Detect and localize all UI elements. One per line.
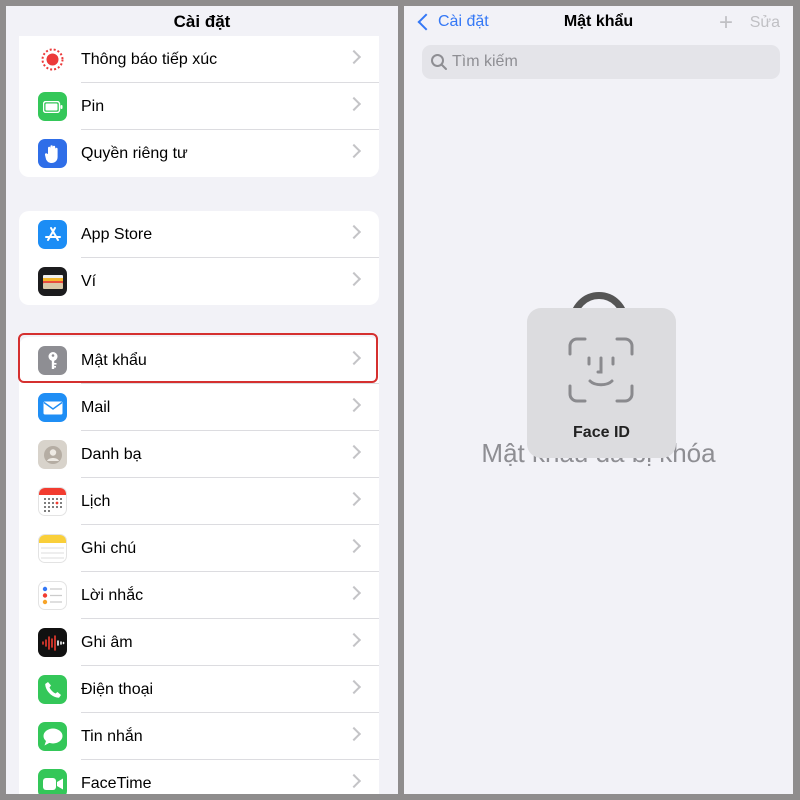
settings-row-phone[interactable]: Điện thoại — [19, 666, 379, 713]
row-label: Quyền riêng tư — [81, 145, 188, 162]
chevron-right-icon — [346, 96, 362, 112]
chevron-right-icon — [346, 143, 362, 159]
chevron-right-icon — [346, 632, 362, 648]
settings-row-exposure-notifications[interactable]: Thông báo tiếp xúc — [19, 36, 379, 83]
search-placeholder: Tìm kiếm — [452, 53, 518, 70]
passwords-nav-bar: Cài đặt Mật khẩu + Sửa — [404, 6, 793, 44]
face-id-icon — [568, 337, 634, 403]
search-field[interactable]: Tìm kiếm — [422, 45, 780, 79]
notes-icon — [38, 534, 67, 563]
settings-row-facetime[interactable]: FaceTime — [19, 760, 379, 794]
messages-icon — [38, 722, 67, 751]
row-label: Tin nhắn — [81, 728, 143, 745]
face-id-label: Face ID — [573, 424, 630, 441]
row-label: Lịch — [81, 493, 111, 510]
wallet-icon — [38, 267, 67, 296]
chevron-right-icon — [346, 491, 362, 507]
face-id-prompt: Face ID — [527, 308, 676, 458]
reminders-icon — [38, 581, 67, 610]
settings-row-notes[interactable]: Ghi chú — [19, 525, 379, 572]
settings-row-messages[interactable]: Tin nhắn — [19, 713, 379, 760]
mail-icon — [38, 393, 67, 422]
edit-button[interactable]: Sửa — [750, 14, 780, 32]
row-label: Pin — [81, 98, 105, 115]
row-label: App Store — [81, 226, 153, 243]
passwords-panel: Cài đặt Mật khẩu + Sửa Tìm kiếm Mật khẩu… — [404, 6, 793, 794]
chevron-right-icon — [346, 585, 362, 601]
chevron-right-icon — [346, 397, 362, 413]
row-label: Ghi chú — [81, 540, 137, 557]
chevron-right-icon — [346, 538, 362, 554]
battery-icon — [38, 92, 67, 121]
settings-row-reminders[interactable]: Lời nhắc — [19, 572, 379, 619]
row-label: FaceTime — [81, 775, 152, 792]
facetime-icon — [38, 769, 67, 794]
settings-row-contacts[interactable]: Danh bạ — [19, 431, 379, 478]
row-label: Điện thoại — [81, 681, 154, 698]
exposure-notifications-icon — [38, 45, 67, 74]
settings-row-mail[interactable]: Mail — [19, 384, 379, 431]
passwords-title: Mật khẩu — [563, 13, 634, 30]
calendar-icon — [38, 487, 67, 516]
chevron-right-icon — [346, 224, 362, 240]
row-label: Thông báo tiếp xúc — [81, 51, 218, 68]
chevron-right-icon — [346, 773, 362, 789]
phone-icon — [38, 675, 67, 704]
add-password-button[interactable]: + — [719, 9, 733, 37]
settings-row-passwords[interactable]: Mật khẩu — [19, 337, 379, 384]
row-label: Ví — [81, 273, 97, 290]
row-label: Danh bạ — [81, 446, 142, 463]
chevron-right-icon — [346, 679, 362, 695]
settings-row-app-store[interactable]: App Store — [19, 211, 379, 258]
row-label: Mail — [81, 399, 111, 416]
chevron-right-icon — [346, 726, 362, 742]
row-label: Lời nhắc — [81, 587, 144, 604]
contacts-icon — [38, 440, 67, 469]
settings-row-privacy[interactable]: Quyền riêng tư — [19, 130, 379, 177]
row-label: Ghi âm — [81, 634, 133, 651]
settings-panel: Cài đặt Thông báo tiếp xúc Pin Quyền riê… — [6, 6, 398, 794]
settings-row-battery[interactable]: Pin — [19, 83, 379, 130]
search-icon — [431, 54, 447, 70]
settings-row-voice-memos[interactable]: Ghi âm — [19, 619, 379, 666]
settings-group-2: App Store Ví — [19, 211, 379, 305]
app-store-icon — [38, 220, 67, 249]
chevron-right-icon — [346, 49, 362, 65]
privacy-hand-icon — [38, 139, 67, 168]
settings-group-3: Mật khẩu Mail Danh bạ Lịch Ghi chú Lời n… — [19, 337, 379, 794]
chevron-right-icon — [346, 350, 362, 366]
row-label: Mật khẩu — [81, 352, 147, 369]
key-icon — [38, 346, 67, 375]
chevron-right-icon — [346, 444, 362, 460]
settings-row-wallet[interactable]: Ví — [19, 258, 379, 305]
voice-memos-icon — [38, 628, 67, 657]
settings-row-calendar[interactable]: Lịch — [19, 478, 379, 525]
chevron-right-icon — [346, 271, 362, 287]
settings-title: Cài đặt — [173, 12, 231, 31]
settings-group-1: Thông báo tiếp xúc Pin Quyền riêng tư — [19, 36, 379, 177]
